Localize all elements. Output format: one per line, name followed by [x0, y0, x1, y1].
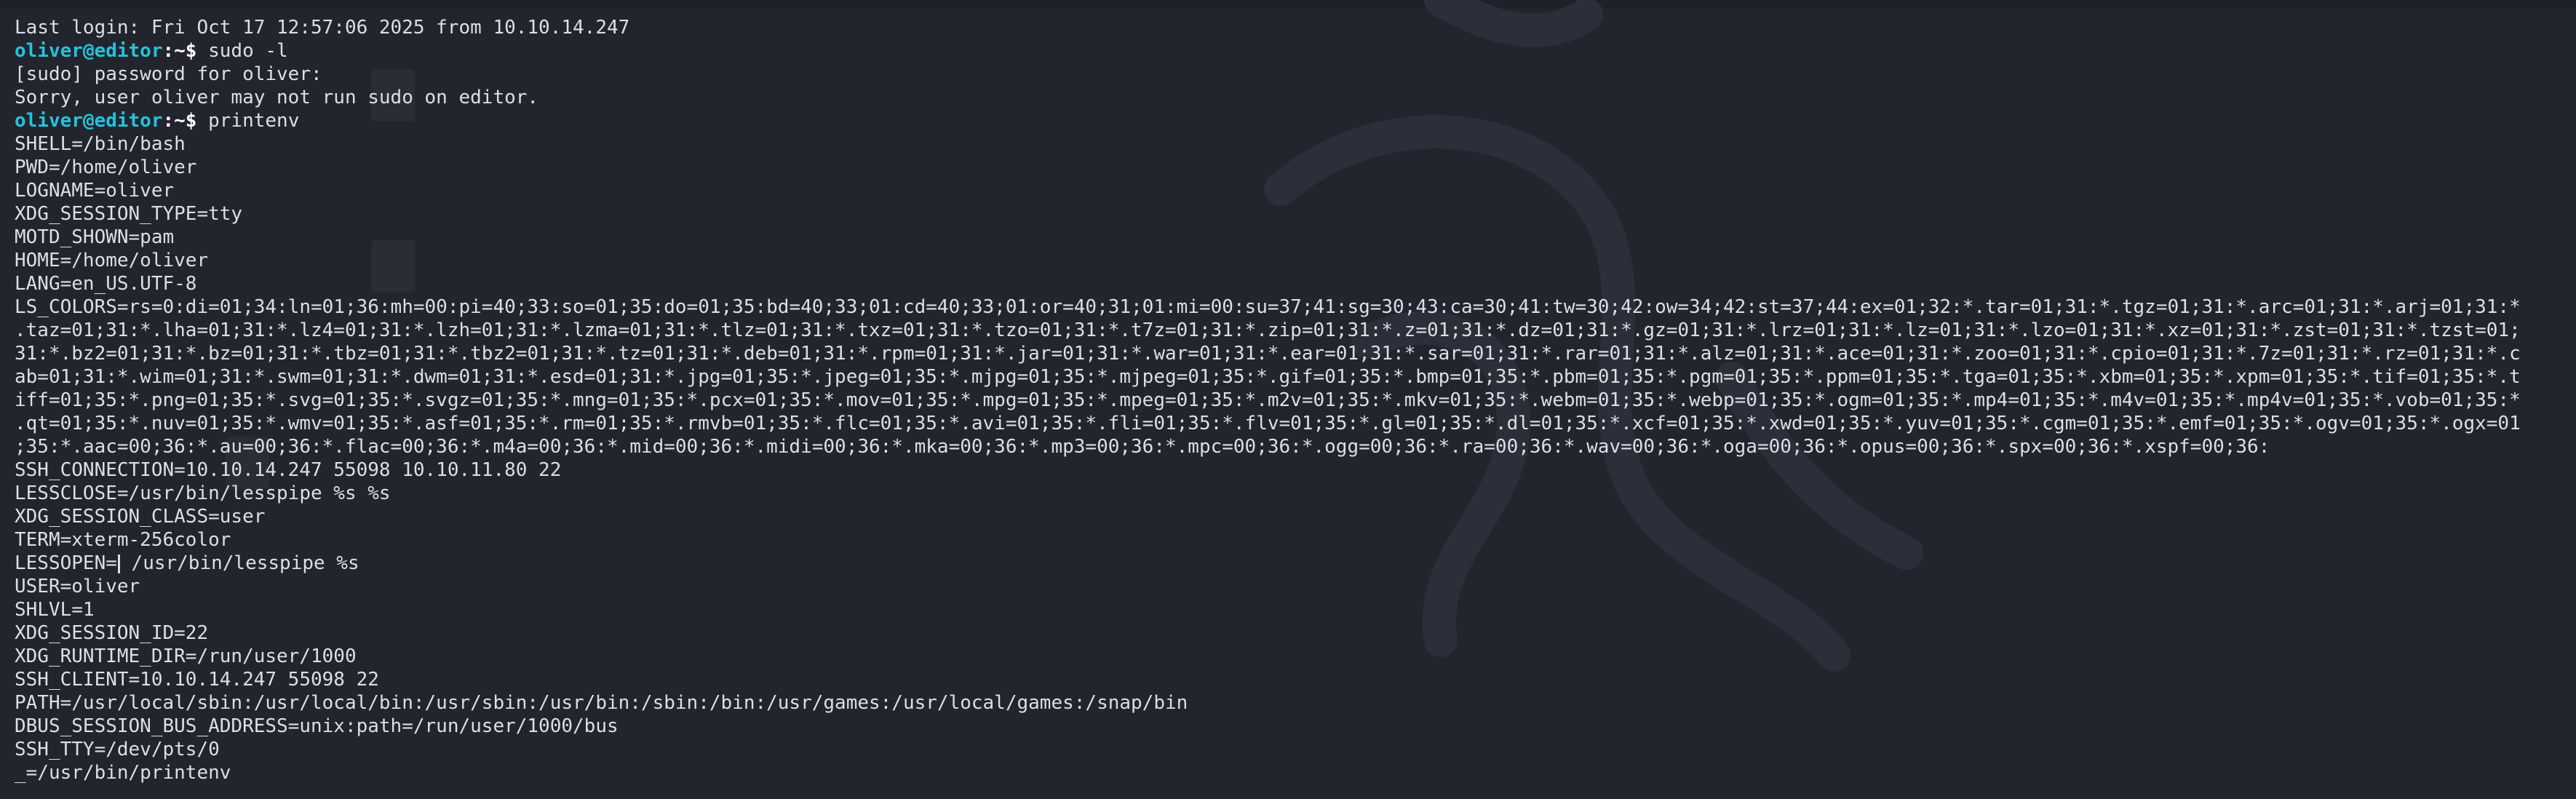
env-line: LOGNAME=oliver — [15, 180, 175, 202]
env-line: PWD=/home/oliver — [15, 156, 197, 178]
prompt-line: oliver@editor:~$ sudo -l — [15, 39, 2576, 63]
command-text: printenv — [196, 110, 300, 132]
env-line: ab=01;31:*.wim=01;31:*.swm=01;31:*.dwm=0… — [15, 366, 2521, 388]
prompt-path: :~$ — [162, 40, 197, 62]
prompt-path: :~$ — [162, 110, 197, 132]
prompt-user: oliver@editor — [15, 110, 163, 132]
env-line: iff=01;35:*.png=01;35:*.svg=01;35:*.svgz… — [15, 389, 2521, 411]
env-line: ;35:*.aac=00;36:*.au=00;36:*.flac=00;36:… — [15, 436, 2270, 458]
prompt-line: oliver@editor:~$ printenv — [15, 109, 2576, 132]
sudo-denied-line: Sorry, user oliver may not run sudo on e… — [15, 87, 539, 108]
env-line: SHELL=/bin/bash — [15, 133, 186, 155]
env-line: DBUS_SESSION_BUS_ADDRESS=unix:path=/run/… — [15, 715, 619, 737]
env-line: HOME=/home/oliver — [15, 250, 209, 271]
env-line: TERM=xterm-256color — [15, 529, 231, 551]
env-line: LANG=en_US.UTF-8 — [15, 273, 197, 295]
env-line: SHLVL=1 — [15, 599, 95, 621]
env-line: 31:*.bz2=01;31:*.bz=01;31:*.tbz=01;31:*.… — [15, 343, 2521, 365]
sudo-password-line: [sudo] password for oliver: — [15, 63, 322, 85]
env-line: SSH_TTY=/dev/pts/0 — [15, 739, 220, 760]
env-line: PATH=/usr/local/sbin:/usr/local/bin:/usr… — [15, 692, 1188, 714]
env-line: _=/usr/bin/printenv — [15, 762, 231, 784]
env-line: XDG_SESSION_TYPE=tty — [15, 203, 243, 225]
env-line: .taz=01;31:*.lha=01;31:*.lz4=01;31:*.lzh… — [15, 319, 2521, 341]
env-line: XDG_SESSION_CLASS=user — [15, 506, 266, 528]
terminal-output[interactable]: Last login: Fri Oct 17 12:57:06 2025 fro… — [15, 16, 2576, 799]
env-line: XDG_SESSION_ID=22 — [15, 622, 209, 644]
env-line: SSH_CLIENT=10.10.14.247 55098 22 — [15, 669, 379, 691]
prompt-user: oliver@editor — [15, 40, 163, 62]
command-text: sudo -l — [196, 40, 288, 62]
env-line: XDG_RUNTIME_DIR=/run/user/1000 — [15, 645, 357, 667]
lessopen-line: LESSOPEN= /usr/bin/lesspipe %s — [15, 552, 359, 574]
env-line: .qt=01;35:*.nuv=01;35:*.wmv=01;35:*.asf=… — [15, 413, 2521, 434]
env-line: SSH_CONNECTION=10.10.14.247 55098 10.10.… — [15, 459, 562, 481]
env-line: USER=oliver — [15, 576, 140, 597]
env-line: MOTD_SHOWN=pam — [15, 226, 175, 248]
env-line: LS_COLORS=rs=0:di=01;34:ln=01;36:mh=00:p… — [15, 296, 2521, 318]
env-line: LESSCLOSE=/usr/bin/lesspipe %s %s — [15, 482, 391, 504]
last-login-line: Last login: Fri Oct 17 12:57:06 2025 fro… — [15, 17, 630, 39]
